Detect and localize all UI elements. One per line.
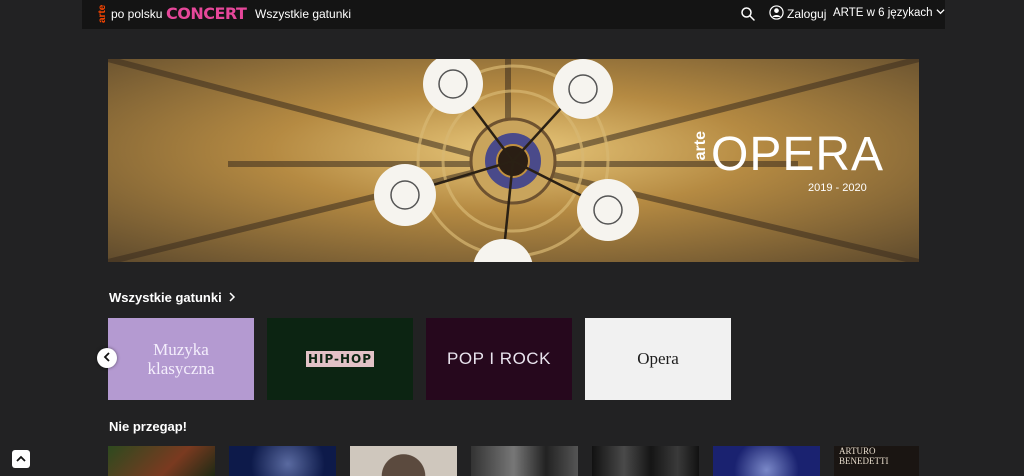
highlight-thumbnail[interactable] (108, 446, 215, 476)
hero-arte-logo: arte (692, 131, 709, 161)
hero-title: OPERA (711, 128, 885, 181)
user-icon (769, 5, 784, 23)
genre-card-opera[interactable]: Opera (585, 318, 731, 400)
highlight-thumbnail[interactable] (350, 446, 457, 476)
chevron-left-icon (103, 349, 111, 367)
chevron-down-icon (935, 7, 945, 19)
genre-label: POP I ROCK (447, 349, 551, 368)
carousel-prev-button[interactable] (97, 348, 117, 368)
genre-card-pop-rock[interactable]: POP I ROCK (426, 318, 572, 400)
genre-card-hiphop[interactable]: HIP-HOP (267, 318, 413, 400)
genre-label: Muzyka klasyczna (147, 340, 215, 378)
login-label: Zaloguj (787, 7, 827, 21)
search-icon[interactable] (740, 6, 756, 22)
login-button[interactable]: Zaloguj (769, 5, 826, 23)
highlight-thumbnail[interactable]: ARTURO BENEDETTI (834, 446, 919, 476)
arte-logo[interactable]: arte (97, 3, 108, 25)
chevron-right-icon (228, 290, 236, 305)
highlights-section-header: Nie przegap! (109, 419, 187, 434)
genre-card-classical[interactable]: Muzyka klasyczna (108, 318, 254, 400)
hero-season: 2019 - 2020 (808, 182, 867, 194)
language-edition-label[interactable]: po polsku (111, 7, 162, 21)
genre-label: Opera (637, 349, 679, 368)
thumbnail-caption: ARTURO BENEDETTI (839, 446, 889, 466)
highlight-thumbnail[interactable] (229, 446, 336, 476)
chevron-up-icon (16, 450, 26, 468)
highlights-section-title: Nie przegap! (109, 419, 188, 434)
highlight-thumbnail[interactable] (713, 446, 820, 476)
concert-logo[interactable]: CONCERT (166, 4, 247, 23)
hero-banner[interactable]: arte OPERA 2019 - 2020 (108, 59, 919, 262)
genres-section-header[interactable]: Wszystkie gatunki (109, 290, 236, 305)
language-selector[interactable]: ARTE w 6 językach (833, 7, 945, 19)
nav-all-genres-link[interactable]: Wszystkie gatunki (255, 7, 351, 21)
language-selector-label: ARTE w 6 językach (833, 7, 933, 19)
top-navigation-bar: arte po polsku CONCERT Wszystkie gatunki… (82, 0, 945, 29)
highlight-thumbnail[interactable] (471, 446, 578, 476)
genres-section-title: Wszystkie gatunki (109, 290, 222, 305)
highlight-thumbnail[interactable] (592, 446, 699, 476)
scroll-to-top-button[interactable] (12, 450, 30, 468)
genre-label: HIP-HOP (305, 351, 375, 367)
